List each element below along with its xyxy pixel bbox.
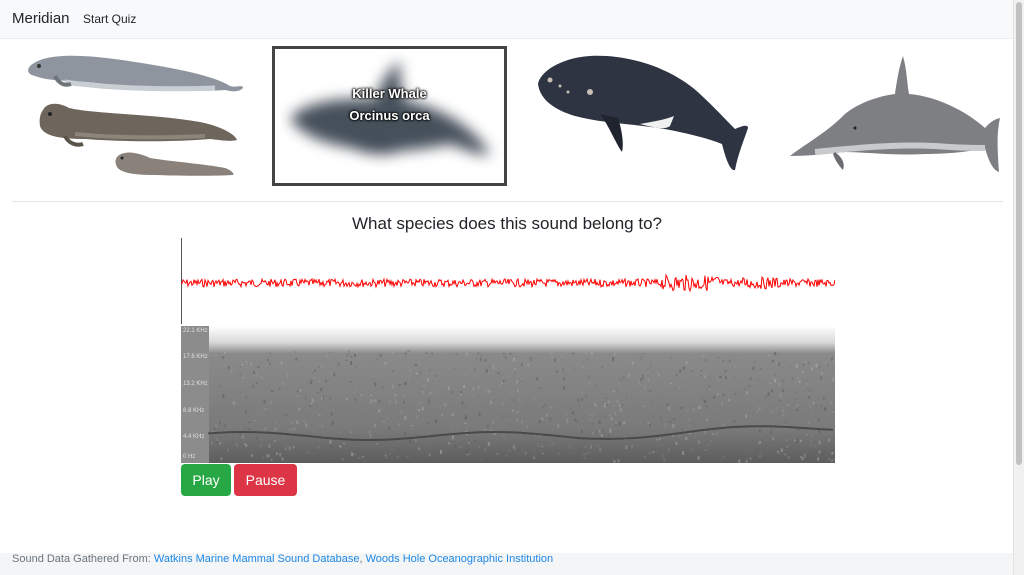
right-whale-icon xyxy=(538,55,748,171)
woods-hole-link[interactable]: Woods Hole Oceanographic Institution xyxy=(366,553,554,565)
waveform-trace xyxy=(180,273,836,293)
dolphin-icon xyxy=(790,56,1000,172)
footer: Sound Data Gathered From: Watkins Marine… xyxy=(0,553,1014,575)
waveform-display[interactable] xyxy=(180,238,836,324)
species-card-seals[interactable] xyxy=(25,44,245,186)
footer-prefix: Sound Data Gathered From: xyxy=(12,553,151,565)
brand-logo[interactable]: Meridian xyxy=(12,10,70,27)
quiz-question: What species does this sound belong to? xyxy=(352,214,662,233)
spectrogram-plot xyxy=(181,326,835,464)
frequency-tick-label: 13.2 KHz xyxy=(183,381,208,387)
seal-group-icon xyxy=(28,55,243,176)
scrollbar[interactable] xyxy=(1013,0,1024,575)
frequency-tick-label: 22.1 KHz xyxy=(183,328,208,334)
start-quiz-link[interactable]: Start Quiz xyxy=(83,12,136,26)
pause-button[interactable]: Pause xyxy=(234,464,297,496)
species-card-killer-whale[interactable]: Killer Whale Orcinus orca xyxy=(272,46,507,186)
species-card-right-whale[interactable] xyxy=(530,44,750,186)
frequency-tick-label: 17.6 KHz xyxy=(183,354,208,360)
waveform-plot xyxy=(180,238,836,324)
section-divider xyxy=(12,201,1003,202)
spectrogram-display[interactable]: 22.1 KHz 17.6 KHz 13.2 KHz 8.8 KHz 4.4 KHz 0 … xyxy=(181,326,835,464)
scrollbar-thumb[interactable] xyxy=(1016,2,1022,465)
species-scientific-name: Orcinus orca xyxy=(349,108,430,123)
species-card-dolphin[interactable] xyxy=(785,44,1003,186)
frequency-tick-label: 8.8 KHz xyxy=(183,408,205,414)
frequency-tick-label: 4.4 KHz xyxy=(183,434,205,440)
species-name: Killer Whale xyxy=(352,86,427,101)
frequency-tick-label: 0 Hz xyxy=(183,454,196,460)
play-button[interactable]: Play xyxy=(181,464,231,496)
watkins-database-link[interactable]: Watkins Marine Mammal Sound Database xyxy=(154,553,360,565)
navbar: Meridian Start Quiz xyxy=(0,0,1014,39)
